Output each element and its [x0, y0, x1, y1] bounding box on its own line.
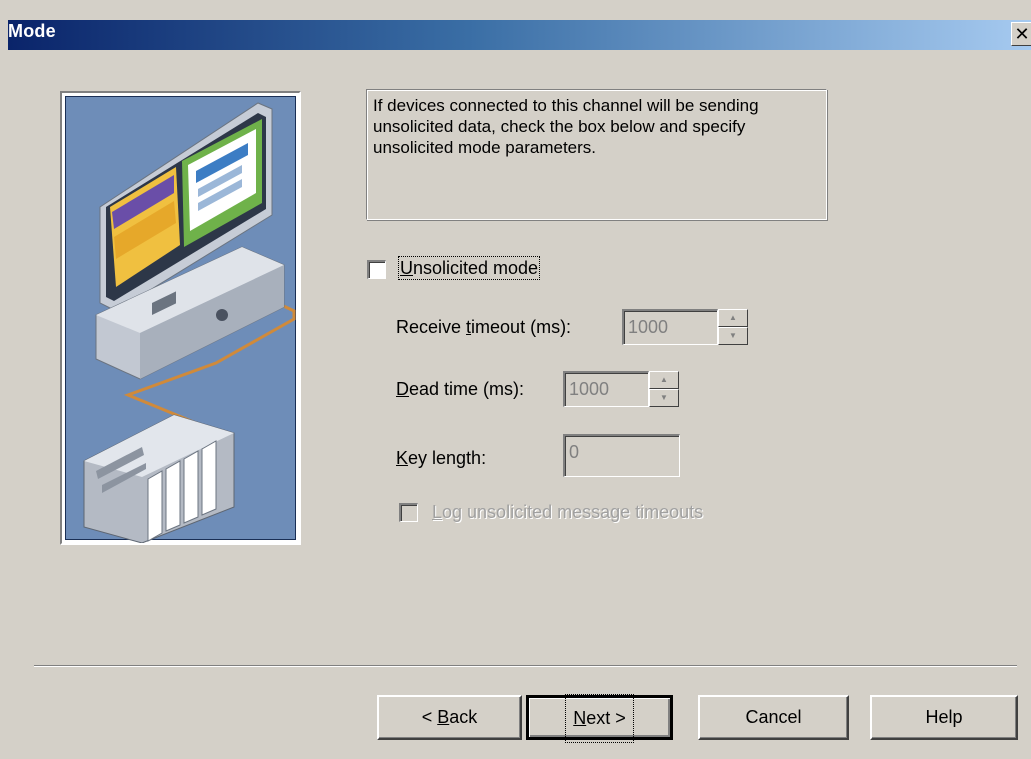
spin-up-arrow-icon[interactable]: ▲	[649, 371, 679, 389]
title-bar: Mode ✕	[0, 0, 1031, 64]
unsolicited-mode-checkbox[interactable]	[367, 260, 386, 279]
dead-time-spinner[interactable]: ▲ ▼	[649, 371, 679, 407]
close-icon: ✕	[1014, 24, 1030, 44]
spin-up-arrow-icon[interactable]: ▲	[718, 309, 748, 327]
unsolicited-mode-label[interactable]: Unsolicited mode	[397, 256, 541, 280]
log-timeouts-checkbox[interactable]	[399, 503, 418, 522]
computer-and-plc-network-illustration-icon	[83, 102, 296, 544]
receive-timeout-label: Receive timeout (ms):	[396, 317, 572, 337]
key-length-input[interactable]: 0	[563, 434, 680, 477]
dead-time-input[interactable]: 1000	[563, 371, 649, 407]
next-button[interactable]: Next >	[526, 694, 673, 743]
receive-timeout-spinner[interactable]: ▲ ▼	[718, 309, 748, 345]
help-button[interactable]: Help	[870, 695, 1018, 740]
window-title: Mode	[8, 21, 56, 41]
button-separator	[34, 665, 1017, 667]
cancel-button[interactable]: Cancel	[698, 695, 849, 740]
log-timeouts-label[interactable]: Log unsolicited message timeouts	[432, 502, 703, 523]
spin-down-arrow-icon[interactable]: ▼	[649, 389, 679, 407]
back-button[interactable]: < Back	[377, 695, 522, 740]
wizard-illustration	[60, 91, 301, 545]
receive-timeout-input[interactable]: 1000	[622, 309, 718, 345]
description-panel: If devices connected to this channel wil…	[366, 89, 827, 220]
close-button[interactable]: ✕	[1011, 22, 1031, 46]
dead-time-label: Dead time (ms):	[396, 379, 525, 399]
key-length-label: Key length:	[396, 448, 487, 468]
spin-down-arrow-icon[interactable]: ▼	[718, 327, 748, 345]
title-bar-gradient	[8, 20, 1031, 50]
